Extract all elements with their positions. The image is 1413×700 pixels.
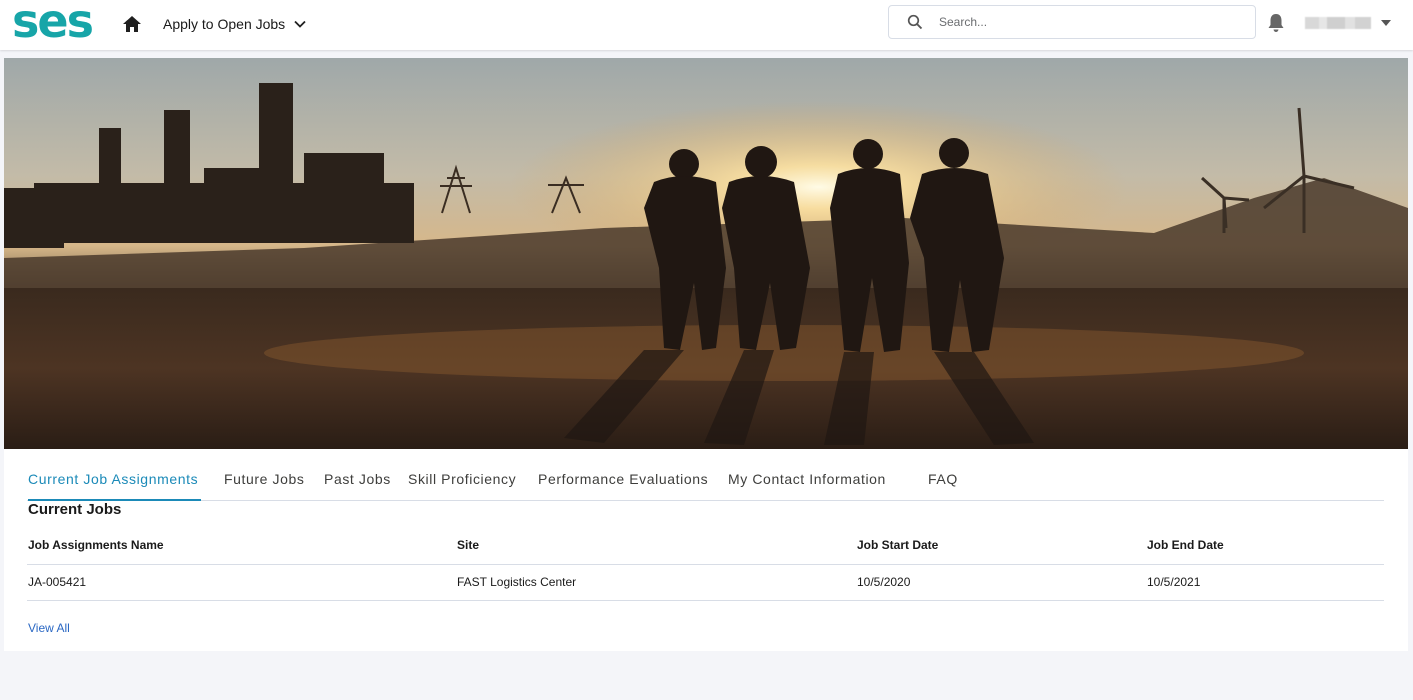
column-header-job-start-date: Job Start Date	[857, 538, 939, 552]
top-header: ses Apply to Open Jobs	[0, 0, 1413, 50]
user-menu[interactable]	[1305, 14, 1391, 32]
tab-performance-evaluations[interactable]: Performance Evaluations	[538, 471, 708, 501]
home-icon	[123, 16, 141, 32]
view-all-link[interactable]: View All	[28, 621, 70, 635]
home-button[interactable]	[120, 12, 144, 36]
current-jobs-table: Job Assignments Name Site Job Start Date…	[27, 529, 1384, 601]
tab-bar: Current Job Assignments Future Jobs Past…	[27, 449, 1384, 501]
site-cell: FAST Logistics Center	[457, 575, 577, 589]
column-header-site: Site	[457, 538, 480, 552]
start-date-cell: 10/5/2020	[857, 575, 911, 589]
job-assignment-link[interactable]: JA-005421	[28, 575, 86, 589]
tab-my-contact-information[interactable]: My Contact Information	[728, 471, 886, 501]
search-box[interactable]	[888, 5, 1256, 39]
table-row: JA-005421 FAST Logistics Center 10/5/202…	[27, 565, 1384, 601]
nav-menu-label: Apply to Open Jobs	[163, 16, 286, 32]
content-panel: Current Job Assignments Future Jobs Past…	[4, 449, 1408, 651]
tab-future-jobs[interactable]: Future Jobs	[224, 471, 305, 501]
bell-icon[interactable]	[1266, 12, 1286, 34]
tab-skill-proficiency[interactable]: Skill Proficiency	[408, 471, 516, 501]
hero-banner	[4, 58, 1408, 449]
column-header-job-end-date: Job End Date	[1147, 538, 1224, 552]
column-header-job-assignments-name: Job Assignments Name	[28, 538, 164, 552]
ses-logo[interactable]: ses	[12, 3, 106, 43]
tab-past-jobs[interactable]: Past Jobs	[324, 471, 391, 501]
chevron-down-icon	[294, 20, 306, 28]
tab-current-job-assignments[interactable]: Current Job Assignments	[28, 471, 201, 501]
table-header-row: Job Assignments Name Site Job Start Date…	[27, 529, 1384, 565]
caret-down-icon	[1381, 20, 1391, 26]
search-icon	[907, 14, 923, 30]
end-date-cell: 10/5/2021	[1147, 575, 1201, 589]
user-name-blurred	[1305, 17, 1371, 29]
apply-open-jobs-menu[interactable]: Apply to Open Jobs	[163, 13, 307, 35]
hero-image	[4, 58, 1408, 449]
search-input[interactable]	[939, 12, 1239, 32]
svg-text:ses: ses	[12, 3, 93, 43]
tab-faq[interactable]: FAQ	[928, 471, 958, 501]
section-title: Current Jobs	[28, 501, 122, 518]
